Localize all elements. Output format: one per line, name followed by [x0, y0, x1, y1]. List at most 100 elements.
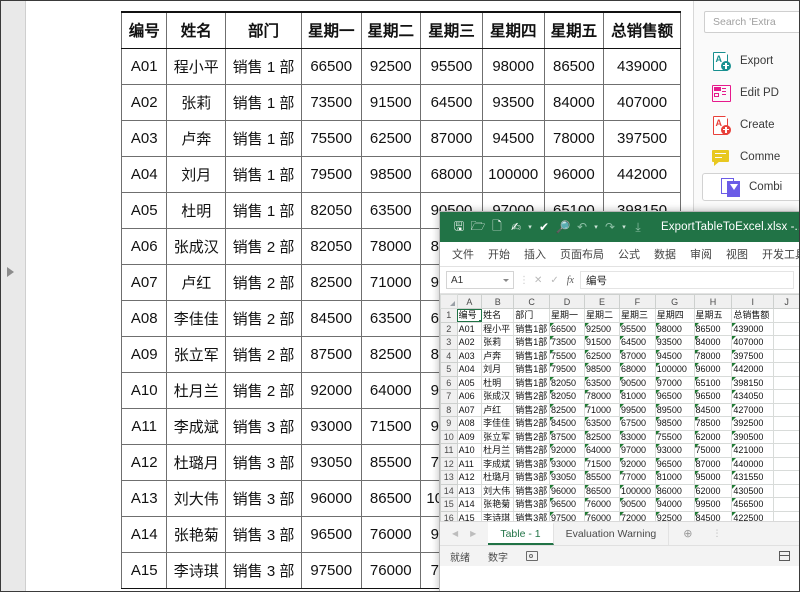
customize-qat-icon[interactable]: ⤓ — [629, 217, 647, 237]
excel-cell[interactable] — [773, 362, 799, 377]
sheet-overflow-icon[interactable]: ⋮ — [706, 522, 728, 545]
excel-cell[interactable]: 89500 — [654, 402, 695, 417]
excel-cell[interactable] — [773, 456, 799, 471]
ribbon-tab-插入[interactable]: 插入 — [524, 246, 546, 262]
excel-cell[interactable]: 销售2部 — [513, 443, 550, 458]
excel-cell[interactable]: 97000 — [654, 375, 695, 390]
ribbon-tab-审阅[interactable]: 审阅 — [690, 246, 712, 262]
excel-row-header[interactable]: 3 — [440, 335, 458, 350]
excel-row-header[interactable]: 2 — [440, 321, 458, 336]
open-folder-icon[interactable]: 🗁 — [469, 217, 487, 237]
dropdown-caret-icon[interactable]: ▾ — [620, 217, 628, 237]
excel-cell[interactable]: 76000 — [583, 510, 620, 521]
excel-cell[interactable]: 90500 — [618, 375, 656, 390]
excel-cell[interactable] — [773, 443, 799, 458]
excel-cell[interactable]: 销售2部 — [513, 429, 550, 444]
excel-cell[interactable]: 92000 — [548, 443, 585, 458]
excel-cell[interactable]: 销售1部 — [513, 362, 550, 377]
excel-cell[interactable]: 李成斌 — [481, 456, 515, 471]
sheet-next-icon[interactable]: ▶ — [470, 529, 476, 538]
excel-cell[interactable]: 销售1部 — [513, 348, 550, 363]
excel-cell[interactable]: 82050 — [548, 375, 585, 390]
tool-item-create[interactable]: A Create — [694, 109, 799, 141]
add-sheet-button[interactable]: ⊕ — [669, 522, 706, 545]
sheet-tab[interactable]: Table - 1 — [488, 522, 554, 545]
excel-cell[interactable]: 442000 — [731, 362, 775, 377]
tools-search-input[interactable]: Search 'Extra — [704, 11, 799, 33]
excel-row-header[interactable]: 10 — [440, 429, 458, 444]
excel-cell[interactable]: 93050 — [548, 470, 585, 485]
excel-cell[interactable]: 98500 — [654, 416, 695, 431]
excel-cell[interactable]: 81000 — [654, 470, 695, 485]
excel-cell[interactable]: 销售3部 — [513, 456, 550, 471]
tool-item-export[interactable]: A Export — [694, 45, 799, 77]
excel-cell[interactable]: 62500 — [583, 348, 620, 363]
excel-cell[interactable]: 84500 — [693, 402, 733, 417]
excel-cell[interactable] — [773, 483, 799, 498]
excel-cell[interactable] — [773, 321, 799, 336]
excel-cell[interactable]: 销售3部 — [513, 510, 550, 521]
excel-cell[interactable]: 张立军 — [481, 429, 515, 444]
excel-cell[interactable]: 75500 — [654, 429, 695, 444]
excel-cell[interactable]: 62000 — [693, 429, 733, 444]
excel-cell[interactable]: 78000 — [583, 389, 620, 404]
excel-row-header[interactable]: 5 — [440, 362, 458, 377]
excel-cell[interactable]: A04 — [456, 362, 483, 377]
excel-cell[interactable]: A09 — [456, 429, 483, 444]
excel-cell[interactable]: 李诗琪 — [481, 510, 515, 521]
excel-row-header[interactable]: 11 — [440, 443, 458, 458]
excel-cell[interactable]: 93000 — [654, 443, 695, 458]
excel-row-header[interactable]: 8 — [440, 402, 458, 417]
ribbon-tab-开发工具[interactable]: 开发工具 — [762, 246, 799, 262]
excel-cell[interactable]: 杜明 — [481, 375, 515, 390]
ribbon-tab-公式[interactable]: 公式 — [618, 246, 640, 262]
dropdown-caret-icon[interactable]: ▾ — [592, 217, 600, 237]
excel-cell[interactable]: 431550 — [731, 470, 775, 485]
excel-cell[interactable]: 71500 — [583, 456, 620, 471]
excel-cell[interactable]: 97000 — [618, 443, 656, 458]
excel-cell[interactable] — [773, 416, 799, 431]
excel-cell[interactable]: 83000 — [618, 429, 656, 444]
excel-cell[interactable]: 78500 — [693, 416, 733, 431]
excel-cell[interactable]: 张成汉 — [481, 389, 515, 404]
excel-cell[interactable]: 96000 — [693, 362, 733, 377]
excel-column-header-B[interactable]: B — [481, 294, 515, 309]
excel-cell[interactable]: A05 — [456, 375, 483, 390]
excel-cell[interactable]: 杜月兰 — [481, 443, 515, 458]
ribbon-tab-开始[interactable]: 开始 — [488, 246, 510, 262]
excel-row-header[interactable]: 6 — [440, 375, 458, 390]
excel-cell[interactable]: 68000 — [618, 362, 656, 377]
tool-item-editpd[interactable]: Edit PD — [694, 77, 799, 109]
excel-cell[interactable]: 李佳佳 — [481, 416, 515, 431]
excel-cell[interactable]: 销售2部 — [513, 389, 550, 404]
excel-column-header-J[interactable]: J — [773, 294, 799, 309]
excel-cell[interactable]: 427000 — [731, 402, 775, 417]
excel-cell[interactable]: 82050 — [548, 389, 585, 404]
excel-cell[interactable]: A11 — [456, 456, 483, 471]
excel-cell[interactable]: 392500 — [731, 416, 775, 431]
excel-cell[interactable]: A10 — [456, 443, 483, 458]
excel-cell[interactable] — [773, 308, 799, 323]
excel-cell[interactable]: 销售1部 — [513, 321, 550, 336]
excel-column-header-C[interactable]: C — [513, 294, 550, 309]
excel-cell[interactable]: 程小平 — [481, 321, 515, 336]
sheet-tab[interactable]: Evaluation Warning — [554, 522, 670, 545]
excel-cell[interactable]: 421000 — [731, 443, 775, 458]
excel-cell[interactable]: 张艳菊 — [481, 497, 515, 512]
excel-cell[interactable]: 销售1部 — [513, 335, 550, 350]
ribbon-tab-页面布局[interactable]: 页面布局 — [560, 246, 604, 262]
excel-cell[interactable]: 63500 — [583, 416, 620, 431]
excel-cell[interactable]: 397500 — [731, 348, 775, 363]
excel-cell[interactable]: 71000 — [583, 402, 620, 417]
excel-cell[interactable]: 407000 — [731, 335, 775, 350]
excel-cell[interactable]: 99500 — [618, 402, 656, 417]
excel-cell[interactable]: A01 — [456, 321, 483, 336]
excel-row-header[interactable]: 12 — [440, 456, 458, 471]
excel-cell[interactable]: 62000 — [693, 483, 733, 498]
dropdown-caret-icon[interactable]: ▾ — [526, 217, 534, 237]
excel-cell[interactable]: 95500 — [618, 321, 656, 336]
excel-cell[interactable] — [773, 335, 799, 350]
excel-column-header-A[interactable]: A — [456, 294, 483, 309]
excel-cell[interactable]: 编号 — [456, 308, 483, 323]
excel-cell[interactable] — [773, 402, 799, 417]
